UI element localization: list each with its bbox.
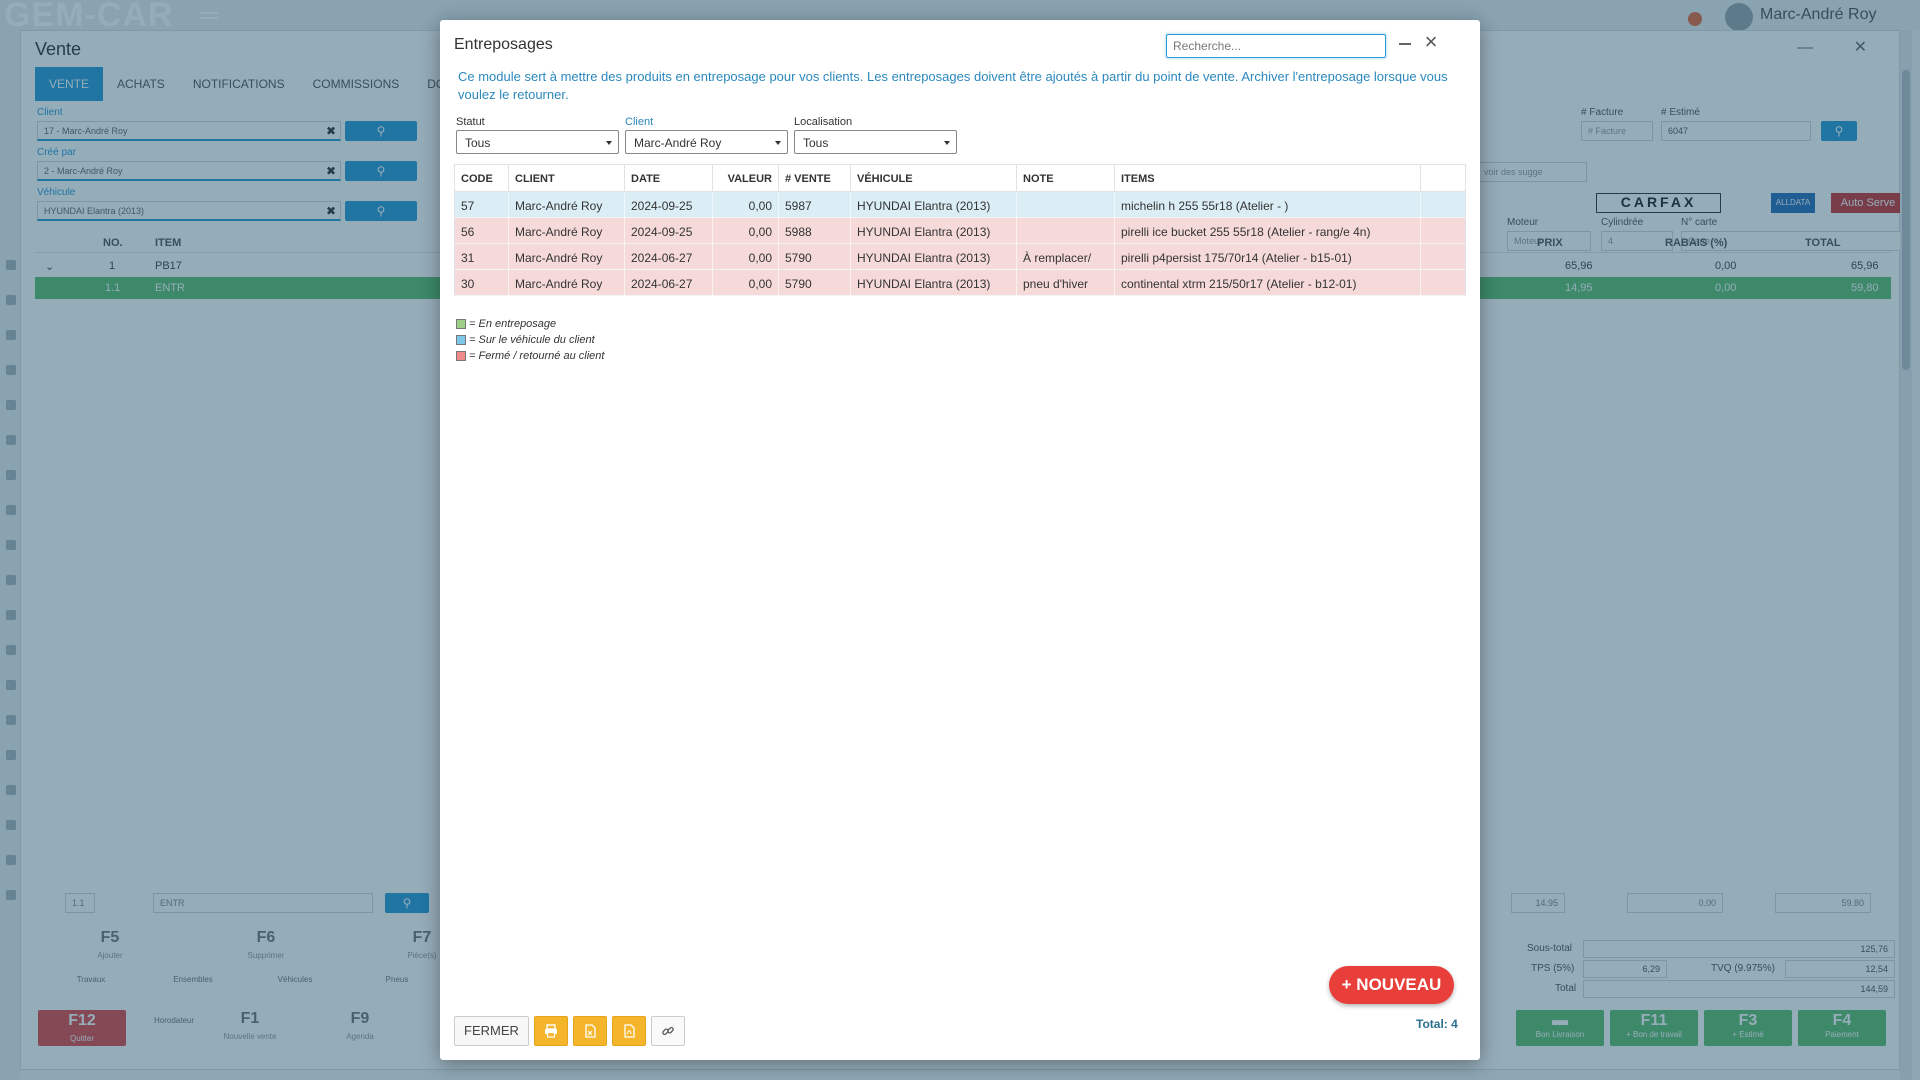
table-row[interactable]: 57 Marc-André Roy 2024-09-25 0,00 5987 HYUNDA… <box>454 192 1466 218</box>
cell-valeur: 0,00 <box>713 192 779 218</box>
cell-note: À remplacer/ <box>1017 244 1115 270</box>
legend-item: = Sur le véhicule du client <box>456 332 604 348</box>
chevron-down-icon <box>775 141 781 145</box>
cell-code: 57 <box>455 192 509 218</box>
excel-export-button[interactable] <box>573 1016 607 1046</box>
col-date[interactable]: DATE <box>625 165 713 193</box>
legend-swatch-vehicle <box>456 335 466 345</box>
cell-code: 30 <box>455 270 509 296</box>
cell-items: pirelli p4persist 175/70r14 (Atelier - b… <box>1115 244 1421 270</box>
status-legend: = En entreposage = Sur le véhicule du cl… <box>456 316 604 364</box>
cell-vente: 5988 <box>779 218 851 244</box>
client-filter-label: Client <box>625 116 654 128</box>
cell-note: pneu d'hiver <box>1017 270 1115 296</box>
col-items[interactable]: ITEMS <box>1115 165 1421 193</box>
pdf-export-icon <box>624 1024 635 1038</box>
legend-swatch-closed <box>456 351 466 361</box>
status-select-value: Tous <box>465 136 491 150</box>
cell-vehicule: HYUNDAI Elantra (2013) <box>851 218 1017 244</box>
table-header: CODE CLIENT DATE VALEUR # VENTE VÉHICULE… <box>454 164 1466 193</box>
cell-client: Marc-André Roy <box>509 270 625 296</box>
cell-client: Marc-André Roy <box>509 218 625 244</box>
cell-items: continental xtrm 215/50r17 (Atelier - b1… <box>1115 270 1421 296</box>
cell-vente: 5987 <box>779 192 851 218</box>
col-client[interactable]: CLIENT <box>509 165 625 193</box>
client-select[interactable]: Marc-André Roy <box>625 130 788 154</box>
client-select-value: Marc-André Roy <box>634 136 722 150</box>
print-icon <box>545 1024 557 1038</box>
table-row[interactable]: 56 Marc-André Roy 2024-09-25 0,00 5988 HYUNDA… <box>454 218 1466 244</box>
pdf-export-button[interactable] <box>612 1016 646 1046</box>
chevron-down-icon <box>606 141 612 145</box>
legend-label: = Sur le véhicule du client <box>469 334 595 346</box>
col-vente[interactable]: # VENTE <box>779 165 851 193</box>
cell-vente: 5790 <box>779 244 851 270</box>
cell-items: michelin h 255 55r18 (Atelier - ) <box>1115 192 1421 218</box>
cell-date: 2024-09-25 <box>625 218 713 244</box>
cell-note <box>1017 218 1115 244</box>
modal-title: Entreposages <box>454 36 553 53</box>
cell-date: 2024-06-27 <box>625 270 713 296</box>
location-select-value: Tous <box>803 136 829 150</box>
cell-valeur: 0,00 <box>713 218 779 244</box>
col-note[interactable]: NOTE <box>1017 165 1115 193</box>
col-code[interactable]: CODE <box>455 165 509 193</box>
cell-vehicule: HYUNDAI Elantra (2013) <box>851 244 1017 270</box>
cell-code: 56 <box>455 218 509 244</box>
cell-code: 31 <box>455 244 509 270</box>
chevron-down-icon <box>944 141 950 145</box>
col-vehicule[interactable]: VÉHICULE <box>851 165 1017 193</box>
total-count: Total: 4 <box>1416 1017 1458 1031</box>
status-select[interactable]: Tous <box>456 130 619 154</box>
legend-label: = Fermé / retourné au client <box>469 350 605 362</box>
modal-description: Ce module sert à mettre des produits en … <box>458 69 1448 102</box>
link-icon <box>662 1026 674 1036</box>
storage-table: CODE CLIENT DATE VALEUR # VENTE VÉHICULE… <box>454 164 1466 296</box>
search-input[interactable] <box>1166 34 1386 58</box>
cell-items: pirelli ice bucket 255 55r18 (Atelier - … <box>1115 218 1421 244</box>
cell-date: 2024-06-27 <box>625 244 713 270</box>
cell-date: 2024-09-25 <box>625 192 713 218</box>
cell-vehicule: HYUNDAI Elantra (2013) <box>851 192 1017 218</box>
new-storage-button[interactable]: + NOUVEAU <box>1329 966 1454 1004</box>
location-select[interactable]: Tous <box>794 130 957 154</box>
legend-label: = En entreposage <box>469 318 557 330</box>
cell-valeur: 0,00 <box>713 244 779 270</box>
cell-client: Marc-André Roy <box>509 244 625 270</box>
col-actions <box>1421 165 1465 193</box>
table-row[interactable]: 30 Marc-André Roy 2024-06-27 0,00 5790 HYUNDA… <box>454 270 1466 296</box>
cell-vehicule: HYUNDAI Elantra (2013) <box>851 270 1017 296</box>
close-button[interactable]: FERMER <box>454 1016 529 1046</box>
location-filter-label: Localisation <box>794 116 853 128</box>
minimize-icon[interactable] <box>1398 34 1412 50</box>
status-filter-label: Statut <box>456 116 485 128</box>
table-body: 57 Marc-André Roy 2024-09-25 0,00 5987 HYUNDA… <box>454 192 1466 296</box>
excel-export-icon <box>585 1024 596 1038</box>
close-icon[interactable]: × <box>1422 31 1440 53</box>
table-row[interactable]: 31 Marc-André Roy 2024-06-27 0,00 5790 HYUNDA… <box>454 244 1466 270</box>
cell-valeur: 0,00 <box>713 270 779 296</box>
col-valeur[interactable]: VALEUR <box>713 165 779 193</box>
legend-item: = Fermé / retourné au client <box>456 348 604 364</box>
cell-note <box>1017 192 1115 218</box>
print-button[interactable] <box>534 1016 568 1046</box>
legend-swatch-stored <box>456 319 466 329</box>
cell-vente: 5790 <box>779 270 851 296</box>
legend-item: = En entreposage <box>456 316 604 332</box>
link-button[interactable] <box>651 1016 685 1046</box>
storage-modal: Entreposages × Ce module sert à mettre d… <box>440 20 1480 1060</box>
cell-client: Marc-André Roy <box>509 192 625 218</box>
